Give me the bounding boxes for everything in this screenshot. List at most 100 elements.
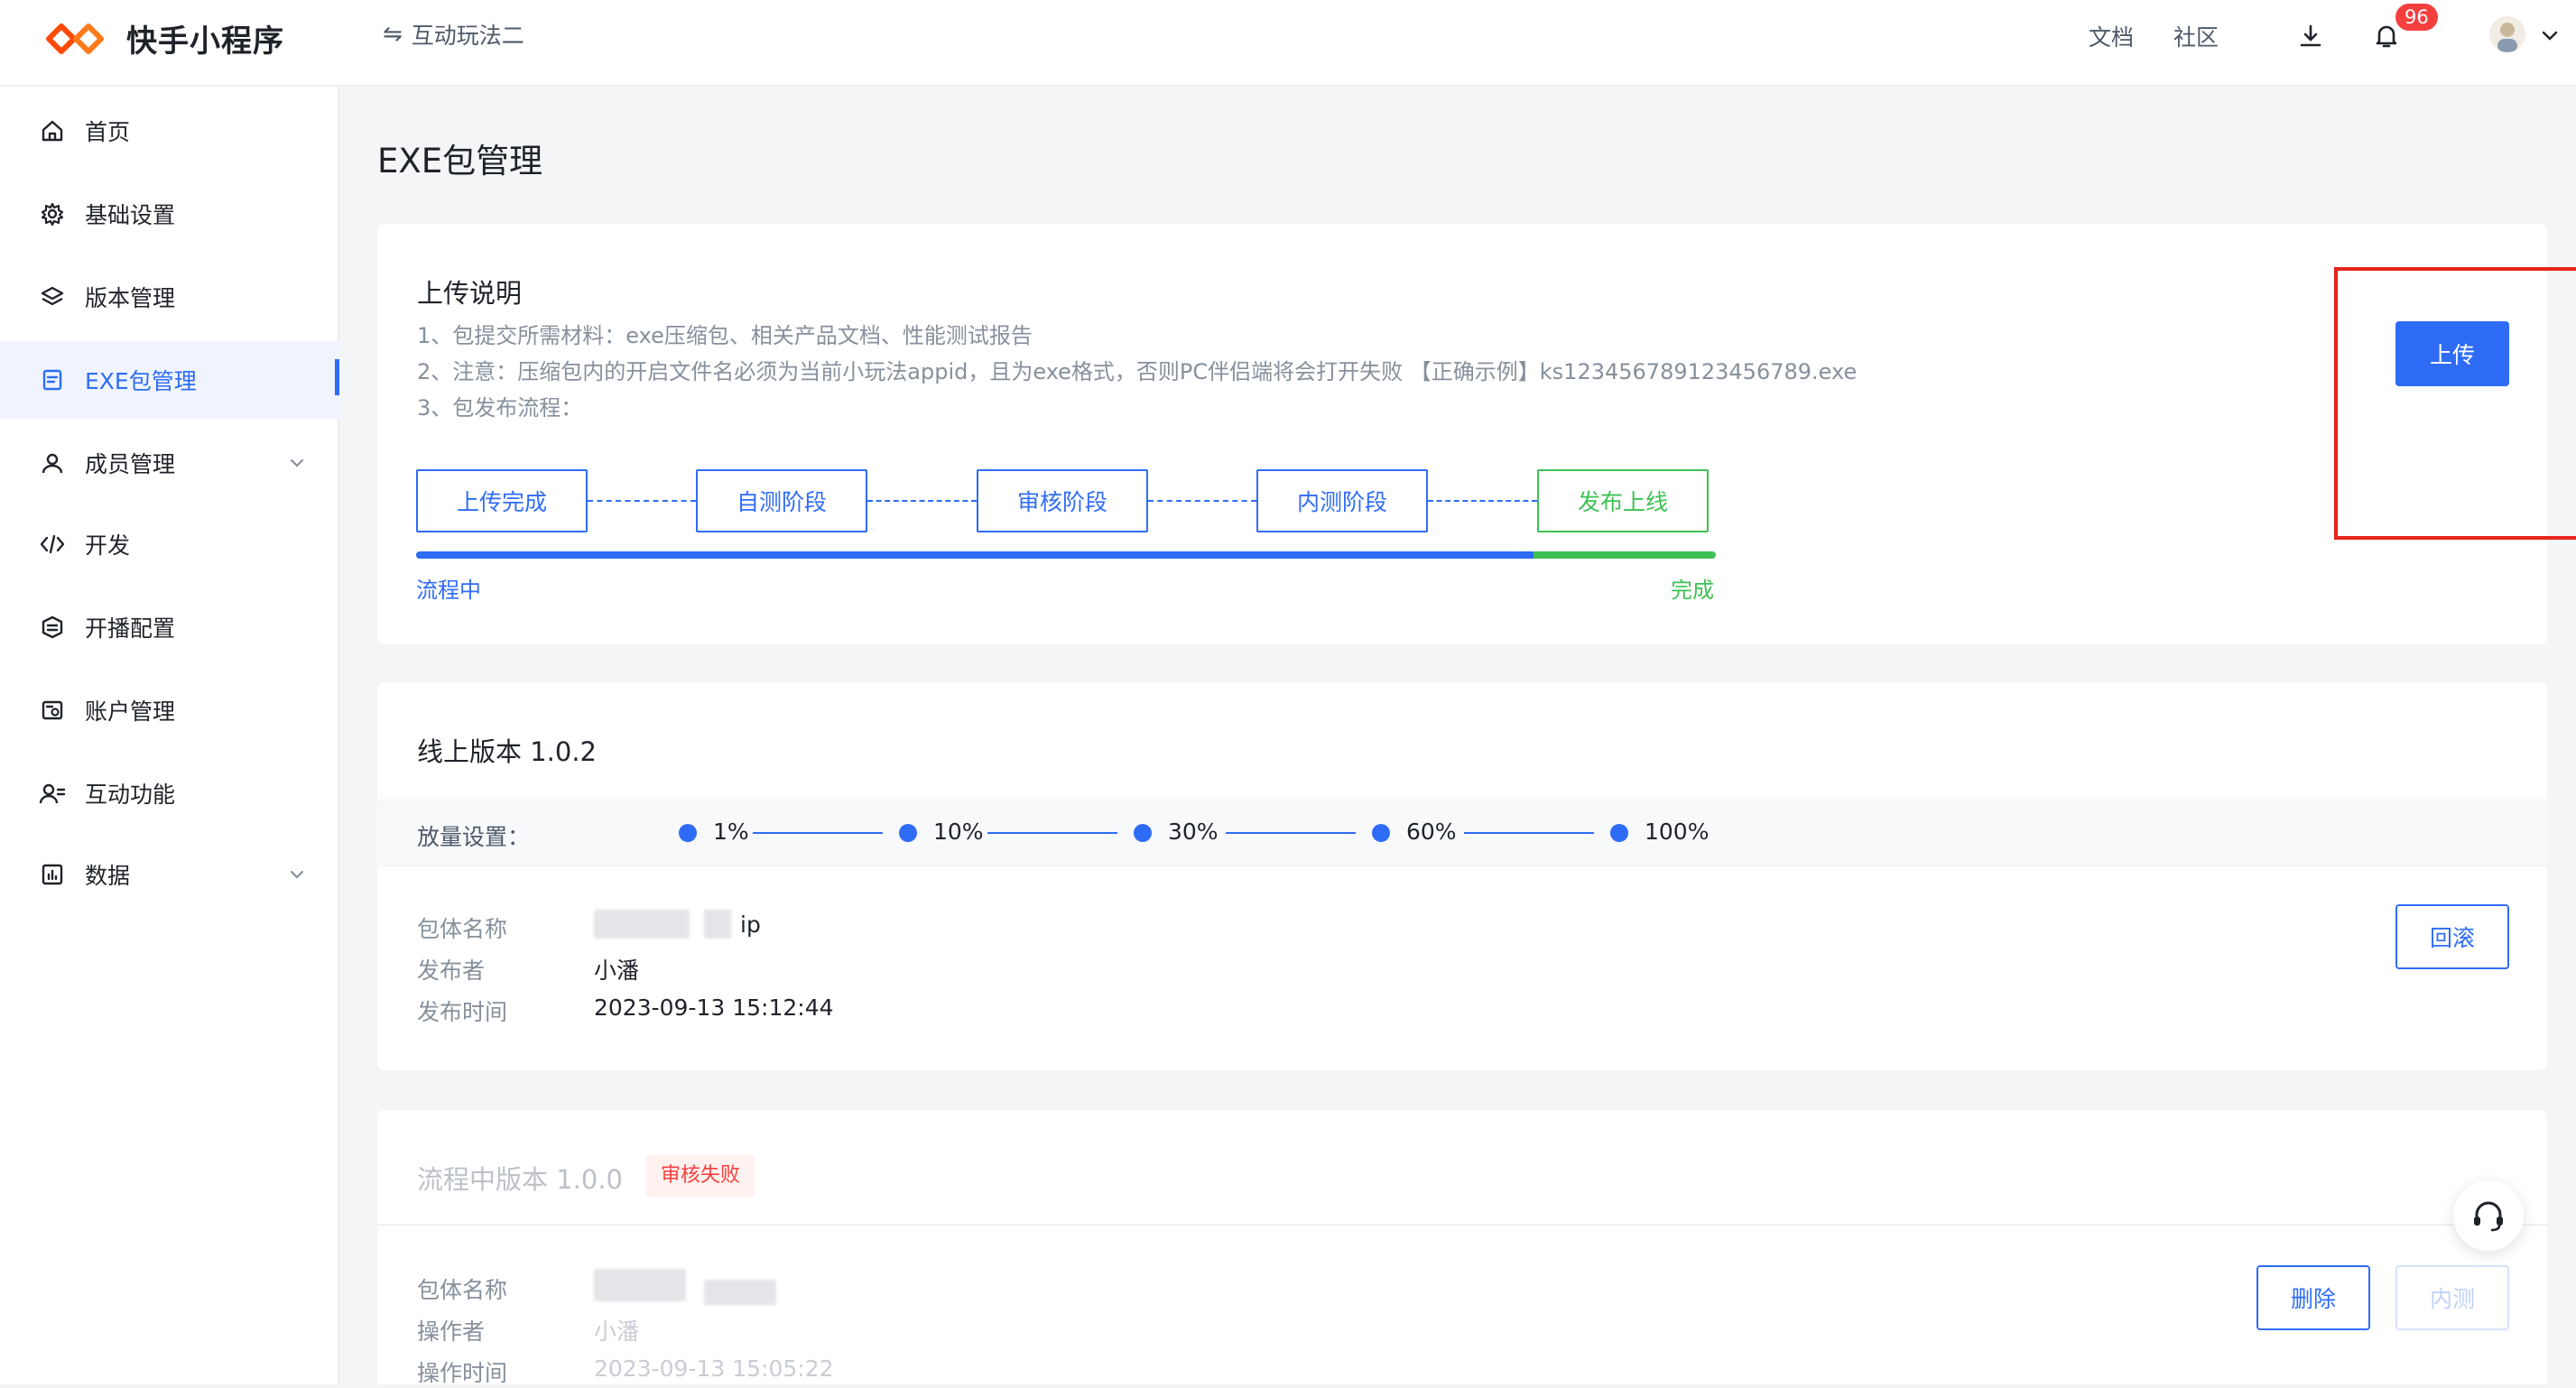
beta-button[interactable]: 内测 — [2395, 1265, 2509, 1330]
pending-version-title: 流程中版本 1.0.0 — [417, 1164, 624, 1195]
redacted-text — [704, 910, 731, 939]
flow-progress-fill — [416, 551, 1534, 559]
project-switcher[interactable]: ⇋ 互动玩法二 — [383, 18, 524, 51]
chevron-down-icon — [290, 870, 304, 879]
sidebar: 首页 基础设置 版本管理 EXE包管理 成员管理 开发 开播配置 账户管理 互动… — [0, 87, 339, 1384]
sidebar-item-interactive-features[interactable]: 互动功能 — [0, 754, 339, 832]
progress-complete-label: 完成 — [1671, 578, 1714, 603]
chevron-down-icon — [290, 458, 304, 467]
notification-badge: 96 — [2395, 4, 2438, 31]
package-name-value: ip — [740, 911, 761, 938]
publisher-label: 发布者 — [417, 958, 486, 984]
pending-version-card: 流程中版本 1.0.0 — [377, 1110, 2547, 1384]
package-icon — [38, 366, 67, 394]
ramp-step-1[interactable]: 1% — [713, 819, 749, 845]
ramp-step-60[interactable]: 60% — [1406, 819, 1457, 845]
upload-card: 上传说明 1、包提交所需材料：exe压缩包、相关产品文档、性能测试报告 2、注意… — [377, 224, 2547, 644]
flow-step-beta: 内测阶段 — [1256, 469, 1428, 532]
flow-step-published: 发布上线 — [1537, 469, 1709, 532]
rollback-button[interactable]: 回滚 — [2395, 904, 2509, 969]
sidebar-item-label: 数据 — [85, 863, 131, 889]
sidebar-item-version-management[interactable]: 版本管理 — [0, 258, 339, 336]
online-version-title: 线上版本 1.0.2 — [417, 736, 598, 767]
operator-label: 操作者 — [417, 1319, 486, 1345]
community-link[interactable]: 社区 — [2173, 20, 2219, 52]
redacted-text — [594, 1269, 686, 1301]
layers-icon — [38, 282, 67, 311]
sidebar-item-label: 账户管理 — [85, 699, 176, 725]
gear-icon — [38, 199, 67, 228]
publish-time-label: 发布时间 — [417, 999, 508, 1025]
operator-value: 小潘 — [594, 1319, 640, 1345]
ramp-settings-bar — [377, 800, 2547, 866]
headset-icon — [2474, 1201, 2503, 1232]
docs-link[interactable]: 文档 — [2089, 20, 2134, 52]
divider — [377, 1224, 2547, 1226]
account-icon — [38, 696, 67, 725]
delete-button[interactable]: 删除 — [2256, 1265, 2370, 1330]
sidebar-item-members[interactable]: 成员管理 — [0, 424, 339, 502]
project-name: 互动玩法二 — [411, 23, 524, 49]
ramp-step-10[interactable]: 10% — [933, 819, 984, 845]
redacted-text — [594, 910, 690, 939]
customer-support-button[interactable] — [2453, 1180, 2524, 1251]
publish-time-value: 2023-09-13 15:12:44 — [594, 995, 834, 1021]
operation-time-value: 2023-09-13 15:05:22 — [594, 1356, 834, 1382]
upload-card-title: 上传说明 — [417, 278, 523, 309]
flow-step-self-test: 自测阶段 — [696, 469, 867, 532]
ramp-step-dot[interactable] — [1610, 824, 1628, 842]
sidebar-item-basic-settings[interactable]: 基础设置 — [0, 175, 339, 253]
sidebar-item-label: 开播配置 — [85, 615, 176, 642]
avatar-icon — [2497, 23, 2517, 52]
kuaishou-logo-icon — [46, 23, 104, 54]
sidebar-item-label: 开发 — [85, 532, 131, 559]
flow-connector — [588, 500, 696, 502]
sidebar-item-label: 基础设置 — [85, 202, 176, 228]
flow-connector — [1148, 500, 1256, 502]
sidebar-item-develop[interactable]: 开发 — [0, 505, 339, 583]
sidebar-item-broadcast-config[interactable]: 开播配置 — [0, 588, 339, 666]
ramp-step-dot[interactable] — [899, 824, 917, 842]
home-icon — [38, 116, 67, 145]
status-badge: 审核失败 — [646, 1155, 755, 1197]
ramp-step-dot[interactable] — [679, 824, 697, 842]
operation-time-label: 操作时间 — [417, 1360, 508, 1386]
redacted-text — [704, 1280, 776, 1305]
flow-connector — [1428, 500, 1537, 502]
ramp-step-dot[interactable] — [1372, 824, 1390, 842]
upload-note-1: 1、包提交所需材料：exe压缩包、相关产品文档、性能测试报告 — [417, 323, 1033, 348]
top-bar: 快手小程序 ⇋ 互动玩法二 文档 社区 96 — [0, 0, 2576, 87]
ramp-connector — [987, 832, 1117, 834]
publisher-value: 小潘 — [594, 958, 640, 984]
upload-note-3: 3、包发布流程： — [417, 395, 583, 421]
sidebar-item-data[interactable]: 数据 — [0, 836, 339, 913]
flow-step-upload-complete: 上传完成 — [416, 469, 588, 532]
sidebar-item-account[interactable]: 账户管理 — [0, 671, 339, 749]
brand-name: 快手小程序 — [126, 23, 284, 60]
sidebar-item-label: 版本管理 — [85, 285, 176, 311]
flow-step-review: 审核阶段 — [977, 469, 1148, 532]
user-icon — [38, 449, 67, 477]
package-name-label: 包体名称 — [417, 1277, 508, 1303]
chevron-down-icon[interactable] — [2540, 25, 2560, 45]
ramp-step-dot[interactable] — [1134, 824, 1152, 842]
bell-icon — [2376, 25, 2397, 48]
upload-note-2: 2、注意：压缩包内的开启文件名必须为当前小玩法appid，且为exe格式，否则P… — [417, 359, 1858, 384]
sidebar-item-home[interactable]: 首页 — [0, 92, 339, 170]
ramp-connector — [1226, 832, 1356, 834]
page-title: EXE包管理 — [377, 142, 543, 180]
ramp-step-30[interactable]: 30% — [1168, 819, 1219, 845]
download-icon — [2300, 24, 2321, 47]
ramp-connector — [753, 832, 883, 834]
avatar[interactable] — [2489, 16, 2525, 52]
progress-in-flow-label: 流程中 — [416, 578, 481, 603]
sidebar-item-exe-package[interactable]: EXE包管理 — [0, 341, 339, 419]
download-button[interactable] — [2293, 18, 2329, 54]
brand-logo[interactable]: 快手小程序 — [43, 16, 284, 60]
broadcast-icon — [38, 613, 67, 642]
highlight-box — [2334, 267, 2576, 540]
ramp-label: 放量设置： — [417, 824, 531, 850]
package-name-label: 包体名称 — [417, 916, 508, 942]
ramp-connector — [1464, 832, 1594, 834]
ramp-step-100[interactable]: 100% — [1645, 819, 1709, 845]
